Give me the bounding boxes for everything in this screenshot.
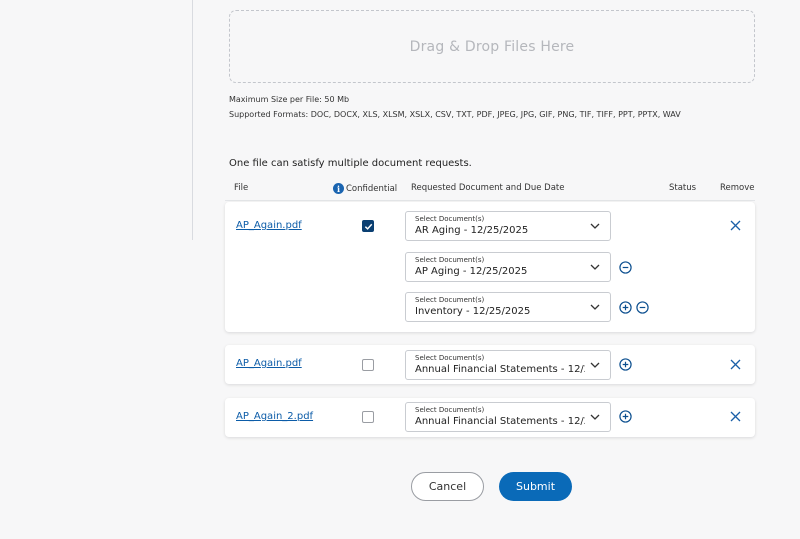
select-label: Select Document(s) <box>415 215 485 223</box>
select-value: Inventory - 12/25/2025 <box>415 306 531 317</box>
select-label: Select Document(s) <box>415 406 485 414</box>
add-document-button[interactable] <box>619 358 632 371</box>
add-document-button[interactable] <box>619 410 632 423</box>
select-label: Select Document(s) <box>415 354 485 362</box>
file-link[interactable]: AP_Again_2.pdf <box>236 411 313 422</box>
select-label: Select Document(s) <box>415 296 485 304</box>
cancel-button[interactable]: Cancel <box>411 472 484 501</box>
remove-file-button[interactable] <box>730 359 741 370</box>
supported-formats-text: Supported Formats: DOC, DOCX, XLS, XLSM,… <box>229 110 681 119</box>
file-row-3: AP_Again_2.pdf Select Document(s) Annual… <box>225 398 755 437</box>
file-dropzone[interactable]: Drag & Drop Files Here <box>229 10 755 83</box>
document-select[interactable]: Select Document(s) AR Aging - 12/25/2025 <box>405 211 611 241</box>
select-value: Annual Financial Statements - 12/25... <box>415 364 585 375</box>
header-status: Status <box>669 183 697 193</box>
sidebar-divider <box>192 0 193 240</box>
chevron-down-icon <box>590 264 600 270</box>
header-divider <box>225 200 755 201</box>
close-icon <box>730 220 741 231</box>
close-icon <box>730 411 741 422</box>
select-label: Select Document(s) <box>415 256 485 264</box>
close-icon <box>730 359 741 370</box>
submit-button[interactable]: Submit <box>499 472 572 501</box>
select-value: Annual Financial Statements - 12/25... <box>415 416 585 427</box>
remove-file-button[interactable] <box>730 220 741 231</box>
file-link[interactable]: AP_Again.pdf <box>236 220 302 231</box>
header-confidential: i Confidential <box>333 183 397 194</box>
document-select[interactable]: Select Document(s) AP Aging - 12/25/2025 <box>405 252 611 282</box>
header-confidential-label: Confidential <box>346 183 398 194</box>
select-value: AR Aging - 12/25/2025 <box>415 225 529 236</box>
multi-request-note: One file can satisfy multiple document r… <box>229 158 472 169</box>
minus-circle-icon <box>636 301 649 314</box>
remove-document-button[interactable] <box>636 301 649 314</box>
header-file: File <box>234 183 249 193</box>
chevron-down-icon <box>590 223 600 229</box>
minus-circle-icon <box>619 261 632 274</box>
confidential-checkbox[interactable] <box>362 359 374 371</box>
dropzone-text: Drag & Drop Files Here <box>409 38 575 55</box>
add-document-button[interactable] <box>619 301 632 314</box>
max-size-text: Maximum Size per File: 50 Mb <box>229 95 350 104</box>
file-row-1: AP_Again.pdf Select Document(s) AR Aging… <box>225 202 755 332</box>
remove-document-button[interactable] <box>619 261 632 274</box>
header-remove: Remove <box>720 183 755 193</box>
document-select[interactable]: Select Document(s) Inventory - 12/25/202… <box>405 292 611 322</box>
info-icon[interactable]: i <box>333 183 344 194</box>
file-row-2: AP_Again.pdf Select Document(s) Annual F… <box>225 345 755 384</box>
plus-circle-icon <box>619 358 632 371</box>
checkmark-icon <box>364 223 372 230</box>
header-requested-document: Requested Document and Due Date <box>411 183 565 193</box>
confidential-checkbox[interactable] <box>362 220 374 232</box>
file-link[interactable]: AP_Again.pdf <box>236 358 302 369</box>
confidential-checkbox[interactable] <box>362 411 374 423</box>
select-value: AP Aging - 12/25/2025 <box>415 266 528 277</box>
plus-circle-icon <box>619 410 632 423</box>
document-select[interactable]: Select Document(s) Annual Financial Stat… <box>405 350 611 380</box>
plus-circle-icon <box>619 301 632 314</box>
chevron-down-icon <box>590 304 600 310</box>
chevron-down-icon <box>590 414 600 420</box>
remove-file-button[interactable] <box>730 411 741 422</box>
document-select[interactable]: Select Document(s) Annual Financial Stat… <box>405 402 611 432</box>
chevron-down-icon <box>590 362 600 368</box>
